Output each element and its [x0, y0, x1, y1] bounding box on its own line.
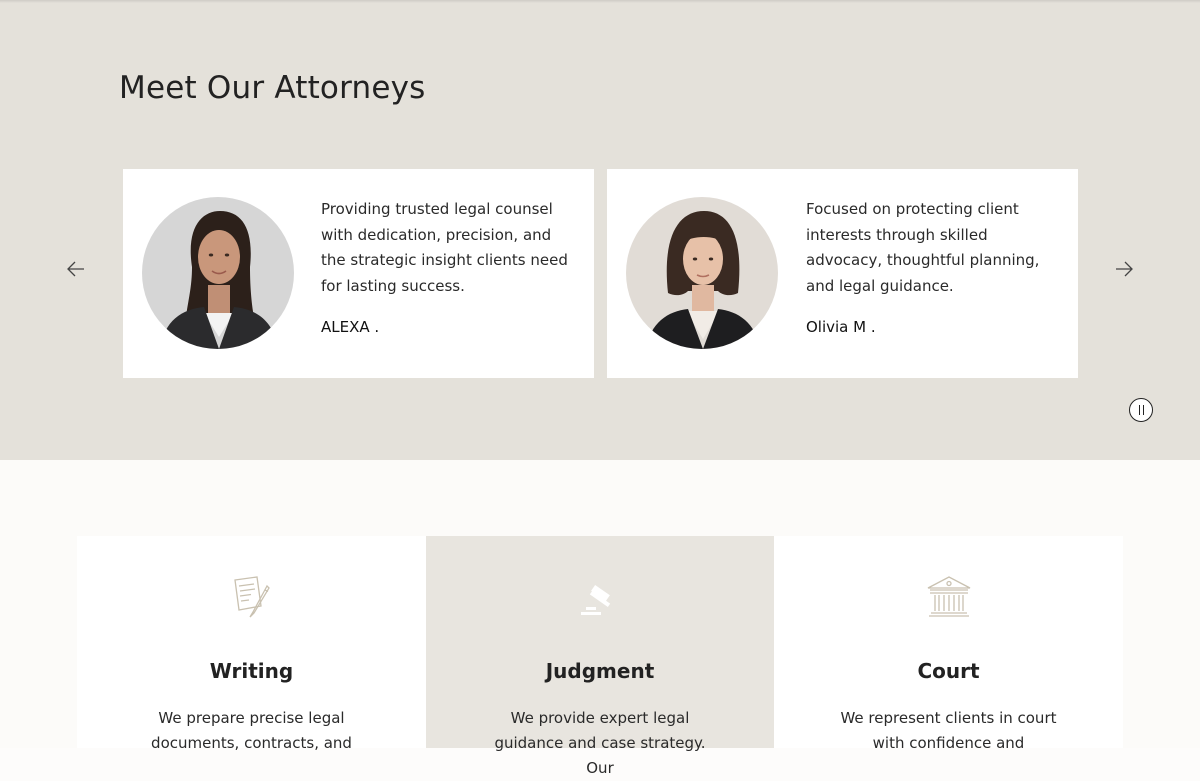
arrow-right-icon	[1116, 261, 1133, 277]
courthouse-icon	[927, 576, 970, 617]
service-description: We represent clients in court with confi…	[840, 709, 1057, 752]
attorney-name: ALEXA .	[321, 318, 380, 336]
service-description: We provide expert legal guidance and cas…	[494, 709, 706, 777]
service-title: Judgment	[545, 659, 655, 683]
service-title: Writing	[209, 659, 294, 683]
document-pen-icon	[233, 576, 270, 618]
attorney-quote: Focused on protecting client interests t…	[806, 200, 1040, 295]
attorney-quote: Providing trusted legal counsel with ded…	[321, 200, 568, 295]
attorney-card: Focused on protecting client interests t…	[607, 169, 1078, 378]
services-section: Writing We prepare precise legal documen…	[0, 460, 1200, 777]
section-title: Meet Our Attorneys	[119, 70, 426, 106]
attorney-photo	[142, 197, 294, 349]
service-card-writing: Writing We prepare precise legal documen…	[77, 536, 426, 752]
service-card-judgment: Judgment We provide expert legal guidanc…	[426, 536, 774, 777]
arrow-left-icon	[67, 261, 84, 277]
header-shadow	[0, 0, 1200, 3]
attorney-name: Olivia M .	[806, 318, 876, 336]
carousel-prev-button[interactable]	[64, 257, 88, 281]
attorney-photo	[626, 197, 778, 349]
attorneys-section: Meet Our Attorneys Providing trusted leg…	[0, 0, 1200, 460]
carousel-next-button[interactable]	[1112, 257, 1136, 281]
service-card-court: Court We represent clients in court with…	[774, 536, 1123, 752]
service-title: Court	[917, 659, 980, 683]
gavel-icon	[581, 584, 611, 615]
carousel-pause-button[interactable]	[1129, 398, 1153, 422]
service-description: We prepare precise legal documents, cont…	[151, 709, 352, 752]
attorney-card: Providing trusted legal counsel with ded…	[123, 169, 594, 378]
